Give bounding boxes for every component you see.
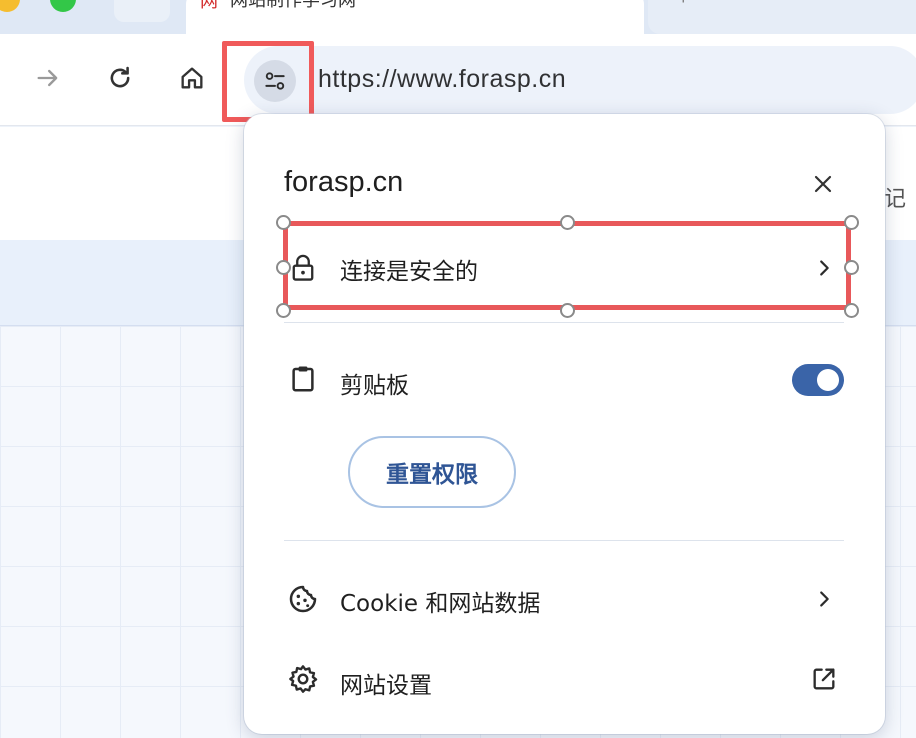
reload-icon bbox=[110, 66, 130, 88]
site-settings-row[interactable]: 网站设置 bbox=[244, 654, 885, 706]
divider bbox=[284, 322, 844, 323]
cookies-label: Cookie 和网站数据 bbox=[340, 591, 541, 617]
browser-toolbar: https://www.forasp.cn bbox=[0, 34, 916, 126]
open-in-new-icon bbox=[810, 665, 838, 693]
connection-security-row[interactable]: 连接是安全的 bbox=[244, 230, 885, 306]
selection-handle[interactable] bbox=[276, 260, 291, 275]
home-button[interactable] bbox=[172, 58, 212, 98]
selection-handle[interactable] bbox=[844, 215, 859, 230]
popup-title: forasp.cn bbox=[284, 166, 404, 198]
selection-handle[interactable] bbox=[560, 303, 575, 318]
lock-icon bbox=[286, 251, 320, 285]
connection-label: 连接是安全的 bbox=[340, 259, 478, 285]
forward-button[interactable] bbox=[28, 58, 68, 98]
chevron-right-icon bbox=[810, 254, 838, 282]
tab-inactive[interactable]: + bbox=[648, 0, 916, 34]
reload-button[interactable] bbox=[100, 58, 140, 98]
close-icon bbox=[814, 175, 832, 193]
gear-icon bbox=[286, 662, 320, 696]
site-settings-label: 网站设置 bbox=[340, 673, 432, 699]
selection-handle[interactable] bbox=[560, 215, 575, 230]
address-bar[interactable]: https://www.forasp.cn bbox=[244, 46, 916, 114]
maximize-window-button[interactable] bbox=[50, 0, 76, 12]
cookie-icon bbox=[286, 582, 320, 616]
site-info-button[interactable] bbox=[254, 60, 296, 102]
new-tab-icon[interactable]: + bbox=[678, 0, 689, 9]
toggle-knob bbox=[817, 369, 839, 391]
divider bbox=[284, 540, 844, 541]
tab-close-icon[interactable]: × bbox=[604, 0, 619, 3]
reset-permissions-button[interactable]: 重置权限 bbox=[348, 436, 516, 508]
tab-title: 网站制作学习网 bbox=[230, 0, 356, 11]
tab-favicon: 网 bbox=[200, 0, 218, 12]
close-button[interactable] bbox=[805, 166, 841, 202]
site-info-popup: forasp.cn 连接是安全的 剪贴板 重置权限 Cookie 和网站数据 网… bbox=[244, 114, 885, 734]
selection-handle[interactable] bbox=[844, 303, 859, 318]
chevron-right-icon bbox=[810, 585, 838, 613]
url-text[interactable]: https://www.forasp.cn bbox=[318, 65, 566, 94]
clipboard-label: 剪贴板 bbox=[340, 373, 409, 399]
tab-strip: 网 网站制作学习网 × + bbox=[0, 0, 916, 36]
clipboard-permission-row: 剪贴板 bbox=[244, 354, 885, 406]
selection-handle[interactable] bbox=[844, 260, 859, 275]
clipboard-icon bbox=[286, 362, 320, 396]
selection-handle[interactable] bbox=[276, 303, 291, 318]
tab-pinned[interactable] bbox=[114, 0, 170, 22]
clipboard-toggle[interactable] bbox=[792, 364, 844, 396]
cookies-row[interactable]: Cookie 和网站数据 bbox=[244, 574, 885, 626]
tune-icon bbox=[265, 72, 285, 90]
home-icon bbox=[181, 67, 203, 89]
selection-handle[interactable] bbox=[276, 215, 291, 230]
minimize-window-button[interactable] bbox=[0, 0, 20, 12]
arrow-right-icon bbox=[37, 69, 58, 87]
tab-active[interactable]: 网 网站制作学习网 × bbox=[186, 0, 644, 36]
page-edge-text[interactable]: 记 bbox=[884, 181, 906, 213]
